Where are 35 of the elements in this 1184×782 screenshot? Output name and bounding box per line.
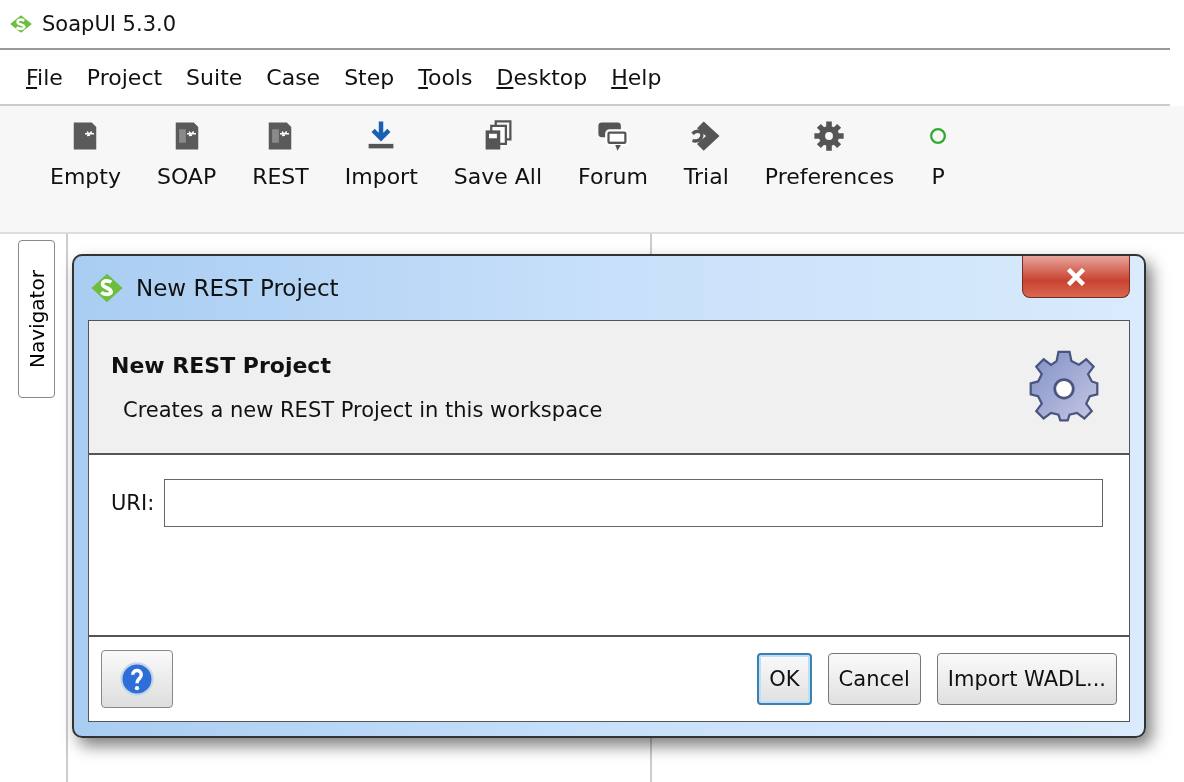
toolbar-button[interactable]: Empty [50, 118, 121, 189]
close-button[interactable] [1022, 256, 1130, 298]
toolbar-button[interactable]: Forum [578, 118, 648, 189]
window-title: SoapUI 5.3.0 [42, 12, 177, 36]
circle-icon [930, 128, 947, 144]
menu-item[interactable]: File [14, 64, 75, 90]
toolbar-button[interactable]: P [930, 118, 947, 189]
dialog-button[interactable]: Import WADL... [936, 653, 1117, 705]
dialog-button[interactable]: OK [757, 653, 812, 705]
toolbar-button[interactable]: REST [252, 118, 309, 189]
field-label: URI: [111, 491, 155, 515]
menu-item[interactable]: Step [332, 64, 407, 90]
menu-item[interactable]: Project [74, 64, 175, 90]
toolbar-button[interactable]: Trial [683, 118, 729, 189]
help-button[interactable] [101, 650, 173, 708]
help-icon [120, 662, 154, 696]
menu-item[interactable]: Suite [174, 64, 255, 90]
dialog-description: Creates a new REST Project in this workspace [122, 397, 604, 422]
gear-icon [1027, 350, 1101, 424]
menu-item[interactable]: Desktop [484, 64, 600, 90]
menu-item[interactable]: Case [254, 64, 333, 90]
toolbar-button[interactable]: Save All [453, 118, 543, 189]
dialog-title: New REST Project [136, 275, 339, 301]
app-logo-icon [90, 271, 124, 305]
close-icon [1064, 267, 1088, 286]
toolbar-button[interactable]: Import [344, 118, 418, 189]
dialog-button[interactable]: Cancel [827, 653, 921, 705]
toolbar-button[interactable]: SOAP [156, 118, 217, 189]
toolbar-button[interactable]: Preferences [764, 118, 895, 189]
app-logo-icon [8, 13, 34, 35]
menu-item[interactable]: Help [599, 64, 674, 90]
menu-item[interactable]: Tools [406, 64, 485, 90]
navigator-tab[interactable]: Navigator [18, 240, 55, 398]
uri-field[interactable] [164, 479, 1103, 527]
dialog-heading: New REST Project [111, 352, 332, 378]
